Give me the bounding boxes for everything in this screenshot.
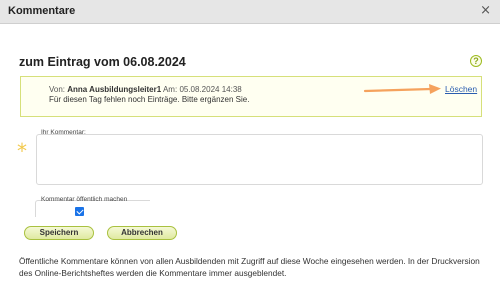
dialog-titlebar: Kommentare × (0, 0, 500, 24)
page-title: zum Eintrag vom 06.08.2024 (19, 55, 186, 69)
comment-entry: Von: Anna Ausbildungsleiter1 Am: 05.08.2… (20, 76, 482, 117)
public-checkbox-label: Kommentar öffentlich machen (41, 196, 128, 203)
date-prefix: Am: (162, 85, 178, 94)
entry-text: Für diesen Tag fehlen noch Einträge. Bit… (49, 95, 250, 104)
arrow-annotation-icon (363, 84, 441, 94)
close-icon[interactable]: × (480, 3, 491, 18)
entry-meta: Von: Anna Ausbildungsleiter1 Am: 05.08.2… (49, 85, 242, 94)
footnote-text: Öffentliche Kommentare können von allen … (19, 256, 480, 278)
comment-input[interactable] (36, 134, 483, 185)
required-marker: * (17, 139, 27, 163)
dialog-title: Kommentare (8, 5, 76, 17)
public-checkbox[interactable] (75, 207, 84, 216)
comment-label: Ihr Kommentar: (41, 129, 86, 136)
save-button[interactable]: Speichern (24, 226, 94, 240)
entry-author: Anna Ausbildungsleiter1 (67, 85, 162, 94)
help-icon[interactable]: ? (470, 55, 482, 67)
cancel-button[interactable]: Abbrechen (107, 226, 177, 240)
delete-link[interactable]: Löschen (445, 84, 477, 94)
from-prefix: Von: (49, 85, 66, 94)
entry-date: 05.08.2024 14:38 (179, 85, 242, 94)
